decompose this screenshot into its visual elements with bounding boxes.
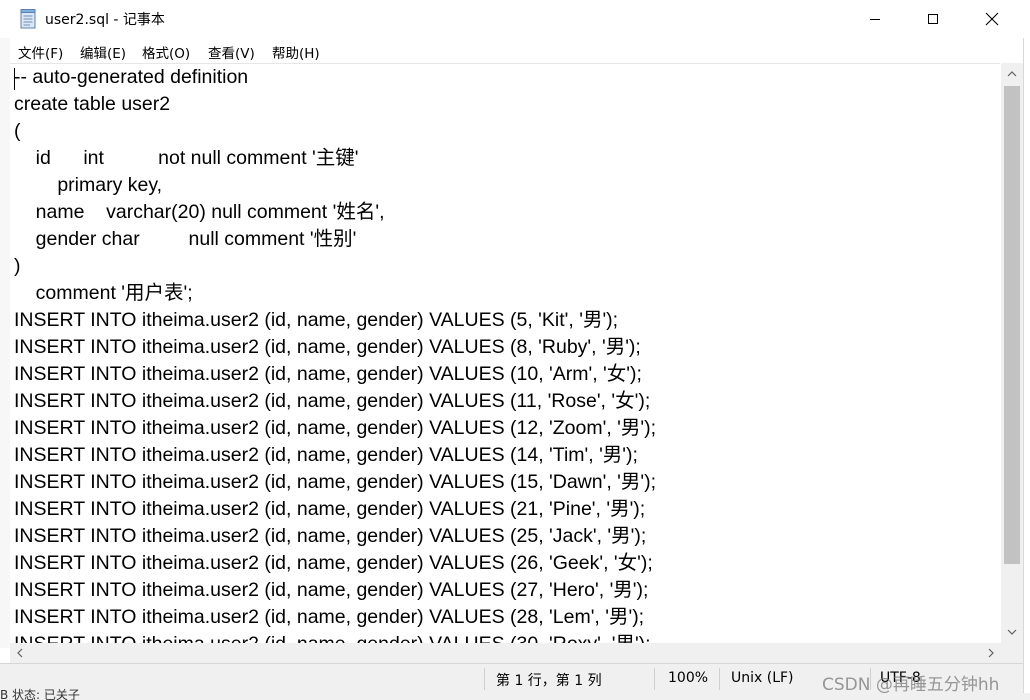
maximize-button[interactable] — [904, 0, 962, 38]
zoom-level: 100% — [668, 670, 709, 686]
background-window-strip — [0, 693, 1030, 700]
code-line: INSERT INTO itheima.user2 (id, name, gen… — [14, 390, 651, 412]
code-line: INSERT INTO itheima.user2 (id, name, gen… — [14, 498, 646, 520]
menu-format[interactable]: 格式(O) — [142, 42, 190, 62]
vertical-scrollbar[interactable] — [1001, 63, 1023, 643]
chevron-up-icon — [1007, 71, 1017, 77]
code-line: INSERT INTO itheima.user2 (id, name, gen… — [14, 309, 619, 331]
menu-edit[interactable]: 编辑(E) — [80, 42, 126, 62]
code-line: ( — [14, 120, 21, 142]
maximize-icon — [928, 14, 938, 24]
vertical-scroll-thumb[interactable] — [1004, 86, 1020, 564]
scroll-left-button[interactable] — [10, 643, 30, 663]
code-line: gender char null comment '性别' — [14, 228, 357, 250]
code-line: primary key, — [14, 174, 163, 196]
minimize-button[interactable] — [846, 0, 904, 38]
text-editor[interactable]: -- auto-generated definition create tabl… — [10, 63, 1000, 644]
minimize-icon — [870, 19, 880, 20]
chevron-down-icon — [1007, 629, 1017, 635]
status-separator — [484, 668, 485, 690]
code-line: INSERT INTO itheima.user2 (id, name, gen… — [14, 444, 638, 466]
code-line: comment '用户表'; — [14, 282, 193, 304]
status-separator — [654, 668, 655, 690]
scroll-down-button[interactable] — [1001, 621, 1023, 643]
code-line: name varchar(20) null comment '姓名', — [14, 201, 385, 223]
background-window-edge — [0, 38, 10, 648]
chevron-right-icon — [988, 648, 994, 658]
code-line: INSERT INTO itheima.user2 (id, name, gen… — [14, 525, 647, 547]
scroll-right-button[interactable] — [981, 643, 1001, 663]
code-line: id int not null comment '主键' — [14, 147, 359, 169]
cursor-position: 第 1 行，第 1 列 — [496, 673, 602, 689]
line-ending: Unix (LF) — [731, 670, 794, 686]
code-line: INSERT INTO itheima.user2 (id, name, gen… — [14, 552, 653, 574]
menu-view[interactable]: 查看(V) — [208, 42, 255, 62]
code-line: create table user2 — [14, 93, 171, 115]
menu-bar: 文件(F) 编辑(E) 格式(O) 查看(V) 帮助(H) — [0, 38, 1030, 63]
code-line: INSERT INTO itheima.user2 (id, name, gen… — [14, 417, 657, 439]
notepad-icon — [20, 9, 37, 29]
code-line: ) — [14, 255, 21, 277]
code-line: -- auto-generated definition — [14, 66, 249, 88]
close-icon — [985, 12, 999, 26]
title-bar[interactable]: user2.sql - 记事本 — [0, 0, 1030, 38]
scroll-up-button[interactable] — [1001, 63, 1023, 85]
close-button[interactable] — [963, 0, 1021, 38]
menu-help[interactable]: 帮助(H) — [272, 42, 320, 62]
background-window-text: B 状态: 已关子 — [0, 688, 80, 700]
code-line: INSERT INTO itheima.user2 (id, name, gen… — [14, 336, 641, 358]
window-right-edge — [1023, 38, 1030, 700]
window-title: user2.sql - 记事本 — [45, 12, 165, 28]
watermark: CSDN @再睡五分钟hh — [822, 675, 1000, 695]
menu-file[interactable]: 文件(F) — [18, 42, 63, 62]
code-line: INSERT INTO itheima.user2 (id, name, gen… — [14, 363, 642, 385]
code-line: INSERT INTO itheima.user2 (id, name, gen… — [14, 471, 657, 493]
scrollbar-corner — [1001, 643, 1023, 663]
chevron-left-icon — [17, 648, 23, 658]
notepad-window: user2.sql - 记事本 文件(F) 编辑(E) 格式(O) 查看(V) … — [0, 0, 1030, 700]
status-separator — [719, 668, 720, 690]
horizontal-scrollbar[interactable] — [10, 643, 1001, 663]
code-line: INSERT INTO itheima.user2 (id, name, gen… — [14, 606, 645, 628]
code-line: INSERT INTO itheima.user2 (id, name, gen… — [14, 579, 649, 601]
